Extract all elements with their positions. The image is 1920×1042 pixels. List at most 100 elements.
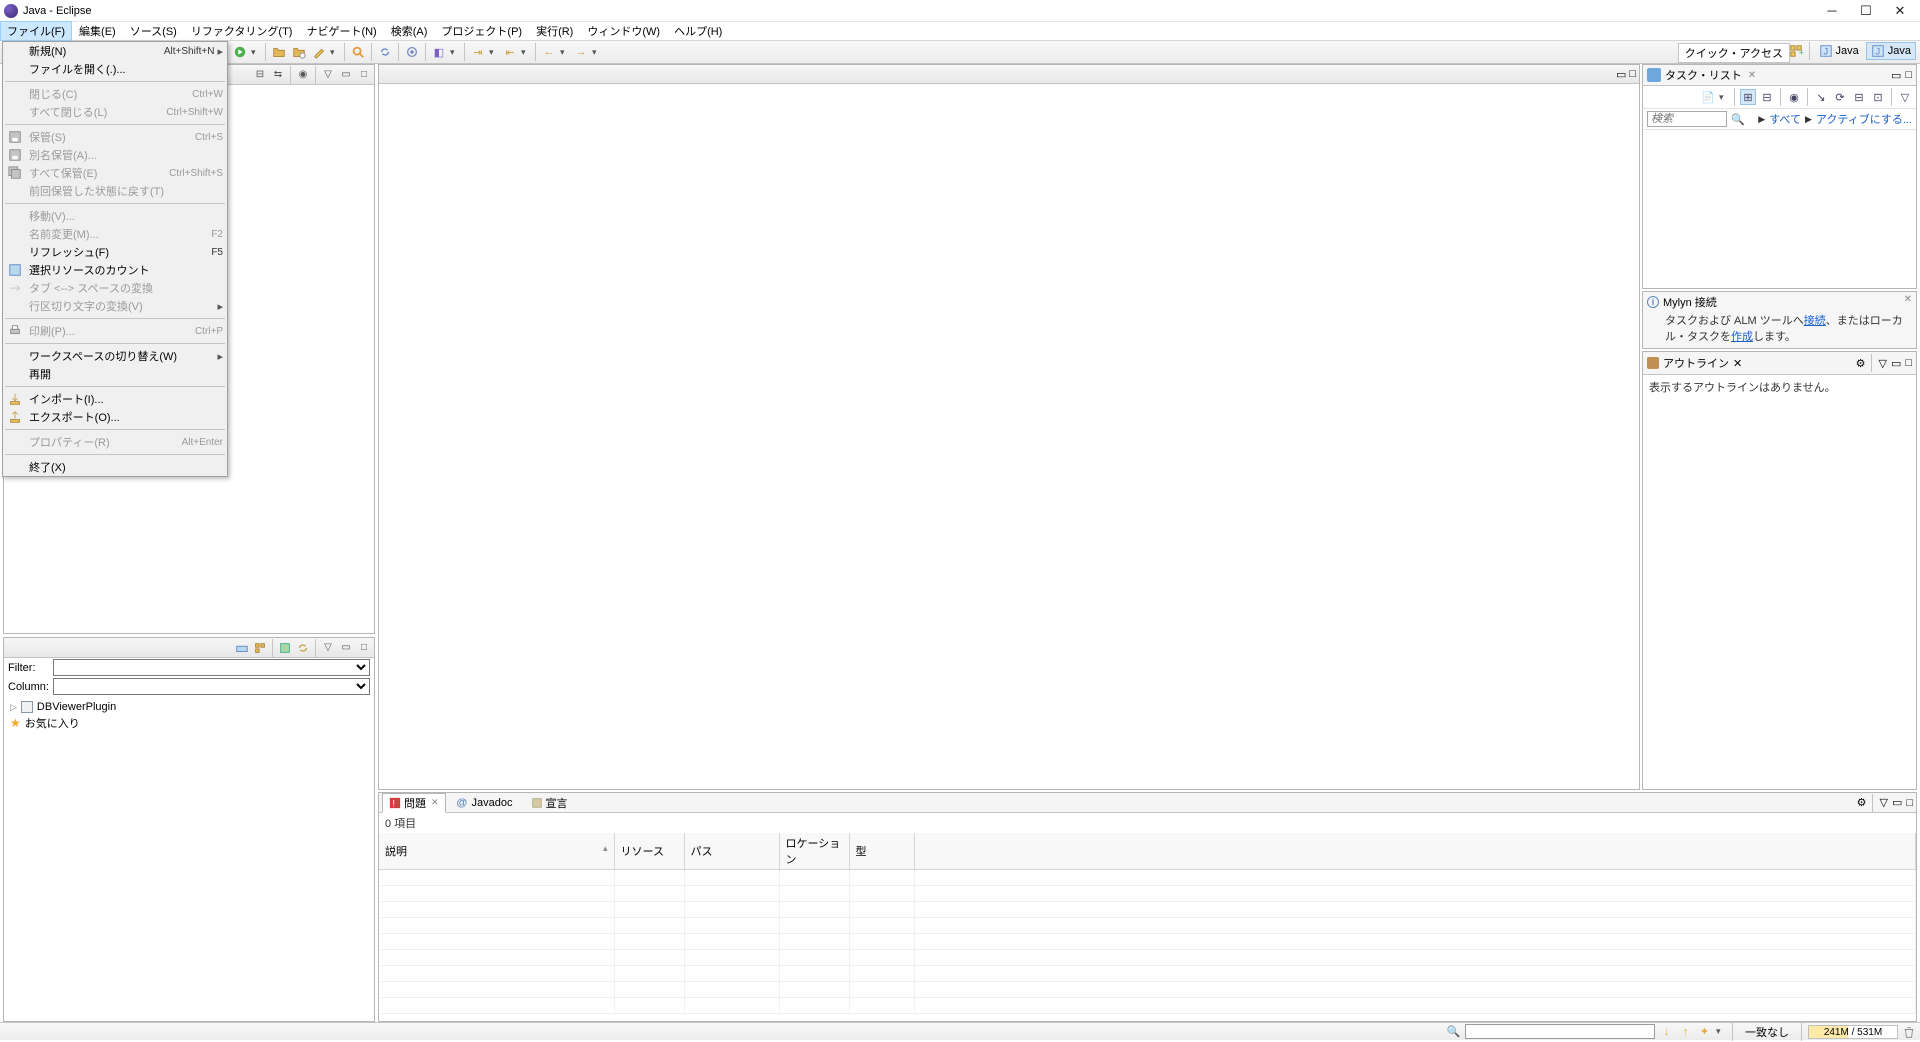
menu-item-ファイルを開く[interactable]: ファイルを開く(.)... xyxy=(3,60,227,78)
open-perspective-icon[interactable]: + xyxy=(1787,42,1805,60)
sync-tasks-icon[interactable]: ⟳ xyxy=(1832,89,1848,105)
outline-tool-icon[interactable]: ⚙ xyxy=(1856,357,1866,370)
view-menu-icon[interactable]: ▽ xyxy=(320,640,336,656)
db-tool3-icon[interactable] xyxy=(277,640,293,656)
menu-ファイル[interactable]: ファイル(F) xyxy=(0,21,72,41)
quick-access[interactable]: クイック・アクセス xyxy=(1678,43,1790,63)
wand-icon[interactable] xyxy=(310,43,328,61)
menu-item-終了X[interactable]: 終了(X) xyxy=(3,458,227,476)
view-menu-icon[interactable]: ▽ xyxy=(1878,357,1886,370)
maximize-button[interactable]: ☐ xyxy=(1860,5,1872,17)
minimize-view-icon[interactable]: ▭ xyxy=(338,640,354,656)
presentation-icon[interactable]: ⊡ xyxy=(1870,89,1886,105)
maximize-view-icon[interactable]: □ xyxy=(1905,69,1912,81)
view-menu-icon[interactable]: ▽ xyxy=(320,67,336,83)
task-search-input[interactable] xyxy=(1647,111,1727,127)
focus-task-icon[interactable]: ◉ xyxy=(295,67,311,83)
perspective-java-2[interactable]: JJava xyxy=(1866,42,1916,60)
connect-link[interactable]: 接続 xyxy=(1804,315,1826,327)
maximize-view-icon[interactable]: □ xyxy=(1906,797,1913,809)
collapse-all-icon[interactable]: ⊟ xyxy=(252,67,268,83)
view-menu-icon[interactable]: ▽ xyxy=(1879,796,1887,809)
maximize-editor-icon[interactable]: □ xyxy=(1629,68,1636,80)
expand-icon[interactable]: ▶ xyxy=(1805,114,1812,125)
step-out-icon[interactable]: ⇤ xyxy=(501,43,519,61)
task-pointer-icon[interactable]: ◧ xyxy=(430,43,448,61)
search-status-icon[interactable]: 🔍 xyxy=(1446,1024,1461,1039)
menu-編集[interactable]: 編集(E) xyxy=(72,21,123,41)
menu-検索[interactable]: 検索(A) xyxy=(384,21,435,41)
close-button[interactable]: ✕ xyxy=(1894,5,1906,17)
create-link[interactable]: 作成 xyxy=(1731,331,1753,343)
menu-item-リフレッシュF[interactable]: リフレッシュ(F)F5 xyxy=(3,243,227,261)
db-node[interactable]: ▷DBViewerPlugin xyxy=(10,700,368,714)
menu-item-インポトI[interactable]: インポート(I)... xyxy=(3,390,227,408)
menu-item-再開[interactable]: 再開 xyxy=(3,365,227,383)
column-header[interactable]: 型 xyxy=(849,833,914,870)
open-icon[interactable] xyxy=(270,43,288,61)
menu-リファクタリング[interactable]: リファクタリング(T) xyxy=(184,21,300,41)
db-tool2-icon[interactable] xyxy=(252,640,268,656)
gc-icon[interactable] xyxy=(1902,1025,1916,1039)
view-menu-icon[interactable]: ▽ xyxy=(1897,89,1913,105)
new-task-icon[interactable]: 📄 xyxy=(1700,89,1716,105)
sync-icon[interactable] xyxy=(376,43,394,61)
column-select[interactable] xyxy=(53,678,370,695)
collapse-icon[interactable]: ⊟ xyxy=(1851,89,1867,105)
menu-ソース[interactable]: ソース(S) xyxy=(123,21,184,41)
menu-実行[interactable]: 実行(R) xyxy=(529,21,580,41)
minimize-view-icon[interactable]: ▭ xyxy=(1891,69,1901,82)
back-icon[interactable]: ← xyxy=(540,43,558,61)
maximize-view-icon[interactable]: □ xyxy=(356,67,372,83)
minimize-view-icon[interactable]: ▭ xyxy=(338,67,354,83)
menu-ナビゲート[interactable]: ナビゲート(N) xyxy=(299,21,383,41)
all-link[interactable]: すべて xyxy=(1769,111,1801,127)
minimize-button[interactable]: ─ xyxy=(1826,5,1838,17)
down-arrow-icon[interactable]: ↓ xyxy=(1659,1024,1674,1039)
menu-ヘルプ[interactable]: ヘルプ(H) xyxy=(667,21,729,41)
tab-問題[interactable]: !問題✕ xyxy=(382,793,446,813)
step-icon[interactable]: ⇥ xyxy=(469,43,487,61)
menu-item-エクスポトO[interactable]: エクスポート(O)... xyxy=(3,408,227,426)
up-arrow-icon[interactable]: ↑ xyxy=(1678,1024,1693,1039)
tab-宣言[interactable]: 宣言 xyxy=(524,793,575,813)
expand-icon[interactable]: ▶ xyxy=(1758,114,1765,125)
status-search-input[interactable] xyxy=(1465,1024,1655,1039)
menu-item-選択リソスのカウント[interactable]: 選択リソースのカウント xyxy=(3,261,227,279)
close-tab-icon[interactable]: ✕ xyxy=(431,797,439,808)
link-editor-icon[interactable]: ⇆ xyxy=(270,67,286,83)
focus-icon[interactable]: ⚙ xyxy=(1857,796,1867,809)
close-tab-icon[interactable]: ✕ xyxy=(1748,70,1756,81)
column-header[interactable]: リソース xyxy=(614,833,684,870)
minimize-view-icon[interactable]: ▭ xyxy=(1891,357,1901,370)
column-header[interactable]: ロケーション xyxy=(779,833,849,870)
db-node[interactable]: ★お気に入り xyxy=(10,714,368,732)
tab-Javadoc[interactable]: @Javadoc xyxy=(450,795,520,811)
menu-item-ワクスペスの切り替えW[interactable]: ワークスペースの切り替え(W)▸ xyxy=(3,347,227,365)
maximize-view-icon[interactable]: □ xyxy=(1905,357,1912,369)
close-panel-icon[interactable]: ✕ xyxy=(1904,294,1912,305)
minimize-editor-icon[interactable]: ▭ xyxy=(1616,68,1626,81)
db-tool1-icon[interactable] xyxy=(234,640,250,656)
menu-item-新規N[interactable]: 新規(N)Alt+Shift+N▸ xyxy=(3,42,227,60)
tool-icon[interactable] xyxy=(403,43,421,61)
db-refresh-icon[interactable] xyxy=(295,640,311,656)
open-project-icon[interactable] xyxy=(290,43,308,61)
run-icon[interactable] xyxy=(231,43,249,61)
schedule-icon[interactable]: ⊟ xyxy=(1759,89,1775,105)
search-icon[interactable]: 🔍 xyxy=(1731,113,1745,126)
activate-link[interactable]: アクティブにする... xyxy=(1816,111,1912,127)
focus-icon[interactable]: ◉ xyxy=(1786,89,1802,105)
close-tab-icon[interactable]: ✕ xyxy=(1733,357,1742,370)
filter-select[interactable] xyxy=(53,659,370,676)
minimize-view-icon[interactable]: ▭ xyxy=(1892,796,1902,809)
highlight-icon[interactable]: ✦ xyxy=(1697,1024,1712,1039)
perspective-java-1[interactable]: JJava xyxy=(1814,42,1864,60)
maximize-view-icon[interactable]: □ xyxy=(356,640,372,656)
hide-icon[interactable]: ↘ xyxy=(1813,89,1829,105)
categorize-icon[interactable]: ⊞ xyxy=(1740,89,1756,105)
expand-icon[interactable]: ▷ xyxy=(10,702,17,713)
menu-プロジェクト[interactable]: プロジェクト(P) xyxy=(434,21,529,41)
search-icon[interactable] xyxy=(349,43,367,61)
column-header[interactable]: パス xyxy=(684,833,779,870)
